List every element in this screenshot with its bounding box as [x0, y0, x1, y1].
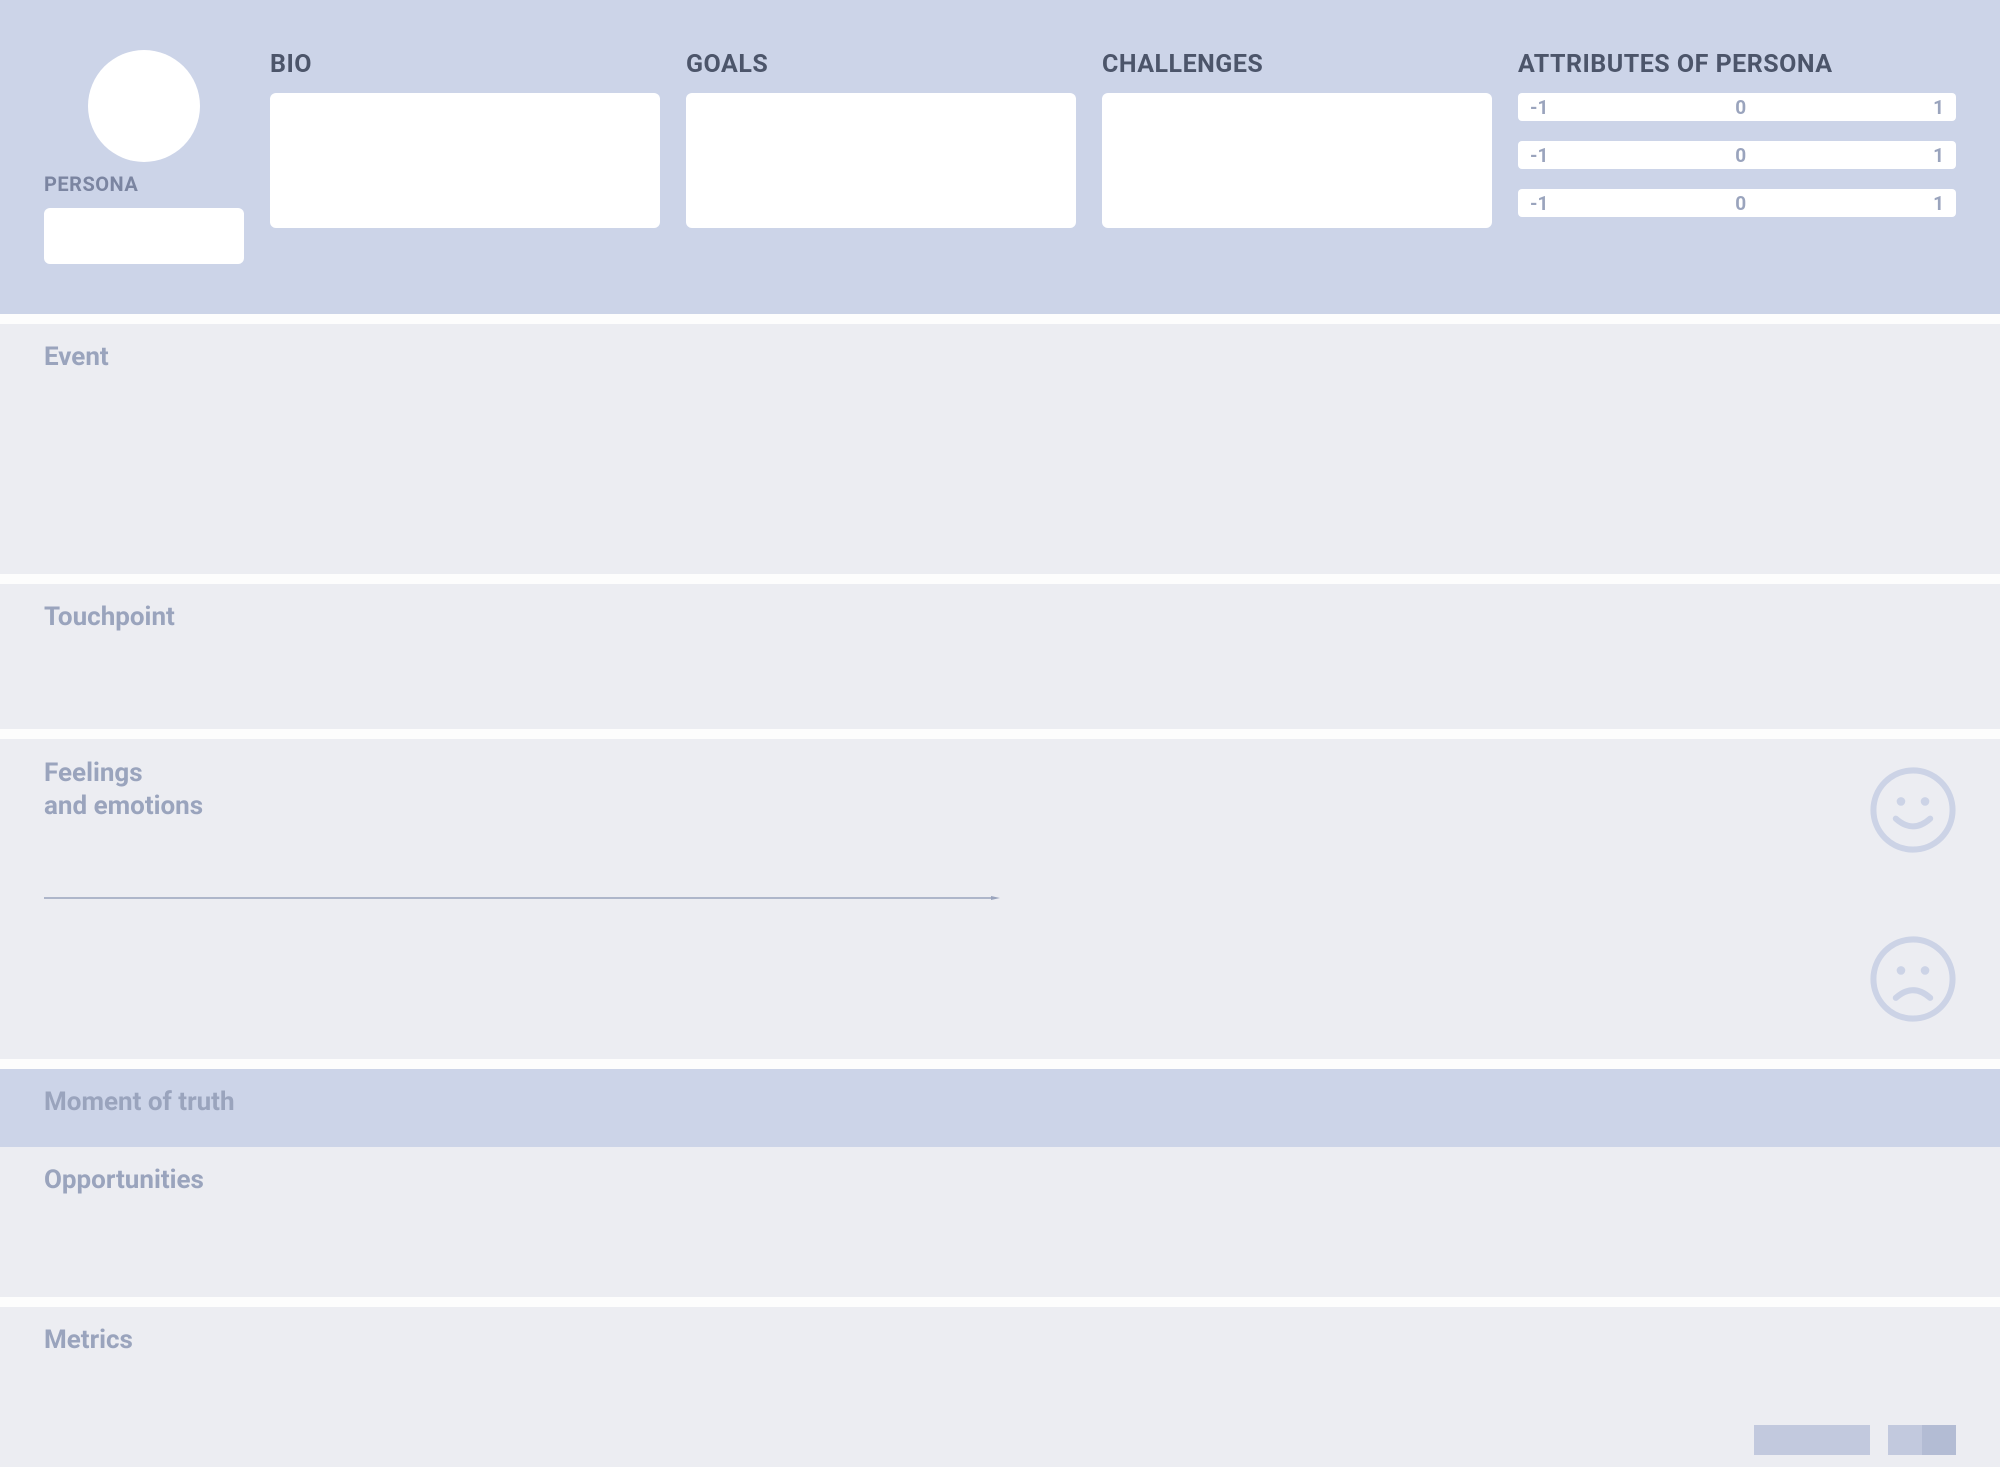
bio-title: BIO	[270, 50, 660, 79]
footer-blocks	[1754, 1425, 1956, 1455]
footer-block-a	[1754, 1425, 1870, 1455]
persona-column: PERSONA	[44, 50, 244, 264]
scale-min: -1	[1530, 96, 1548, 119]
persona-header: PERSONA BIO GOALS CHALLENGES ATTRIBUTES …	[0, 0, 2000, 314]
scale-min: -1	[1530, 144, 1548, 167]
scale-mid: 0	[1735, 96, 1746, 119]
opportunities-row[interactable]: Opportunities	[0, 1147, 2000, 1297]
scale-max: 1	[1933, 192, 1944, 215]
scale-max: 1	[1933, 144, 1944, 167]
feelings-title-l2: and emotions	[44, 791, 203, 821]
metrics-title: Metrics	[44, 1325, 1956, 1355]
goals-title: GOALS	[686, 50, 1076, 79]
feelings-row[interactable]: Feelings and emotions	[0, 739, 2000, 1059]
persona-avatar-placeholder[interactable]	[88, 50, 200, 162]
bio-column: BIO	[270, 50, 660, 228]
attributes-list: -1 0 1 -1 0 1 -1 0 1	[1518, 93, 1956, 217]
challenges-input[interactable]	[1102, 93, 1492, 228]
event-title: Event	[44, 342, 1956, 372]
opportunities-title: Opportunities	[44, 1165, 1956, 1195]
attribute-scale[interactable]: -1 0 1	[1518, 93, 1956, 121]
moment-of-truth-row[interactable]: Moment of truth	[0, 1069, 2000, 1147]
attribute-scale[interactable]: -1 0 1	[1518, 189, 1956, 217]
attributes-title: ATTRIBUTES OF PERSONA	[1518, 50, 1956, 79]
footer-block-b	[1888, 1425, 1956, 1455]
persona-name-input[interactable]	[44, 208, 244, 264]
challenges-title: CHALLENGES	[1102, 50, 1492, 79]
scale-mid: 0	[1735, 192, 1746, 215]
attributes-column: ATTRIBUTES OF PERSONA -1 0 1 -1 0 1 -1 0…	[1518, 50, 1956, 217]
row-separator	[0, 574, 2000, 584]
sad-face-icon	[1870, 936, 1956, 1022]
scale-min: -1	[1530, 192, 1548, 215]
event-row[interactable]: Event	[0, 324, 2000, 574]
touchpoint-row[interactable]: Touchpoint	[0, 584, 2000, 729]
row-separator	[0, 314, 2000, 324]
happy-face-icon	[1870, 767, 1956, 853]
goals-input[interactable]	[686, 93, 1076, 228]
persona-label: PERSONA	[44, 172, 138, 196]
timeline-arrow-icon	[44, 896, 1000, 900]
touchpoint-title: Touchpoint	[44, 602, 1956, 632]
goals-column: GOALS	[686, 50, 1076, 228]
scale-mid: 0	[1735, 144, 1746, 167]
metrics-row[interactable]: Metrics	[0, 1307, 2000, 1467]
footer-block-b1	[1888, 1425, 1922, 1455]
row-separator	[0, 1059, 2000, 1069]
feelings-title: Feelings and emotions	[44, 757, 1956, 822]
moment-title: Moment of truth	[44, 1087, 1956, 1117]
row-separator	[0, 1297, 2000, 1307]
row-separator	[0, 729, 2000, 739]
scale-max: 1	[1933, 96, 1944, 119]
attribute-scale[interactable]: -1 0 1	[1518, 141, 1956, 169]
footer-block-b2	[1922, 1425, 1956, 1455]
feelings-title-l1: Feelings	[44, 758, 143, 788]
journey-rows: Event Touchpoint Feelings and emotions	[0, 314, 2000, 1467]
challenges-column: CHALLENGES	[1102, 50, 1492, 228]
bio-input[interactable]	[270, 93, 660, 228]
